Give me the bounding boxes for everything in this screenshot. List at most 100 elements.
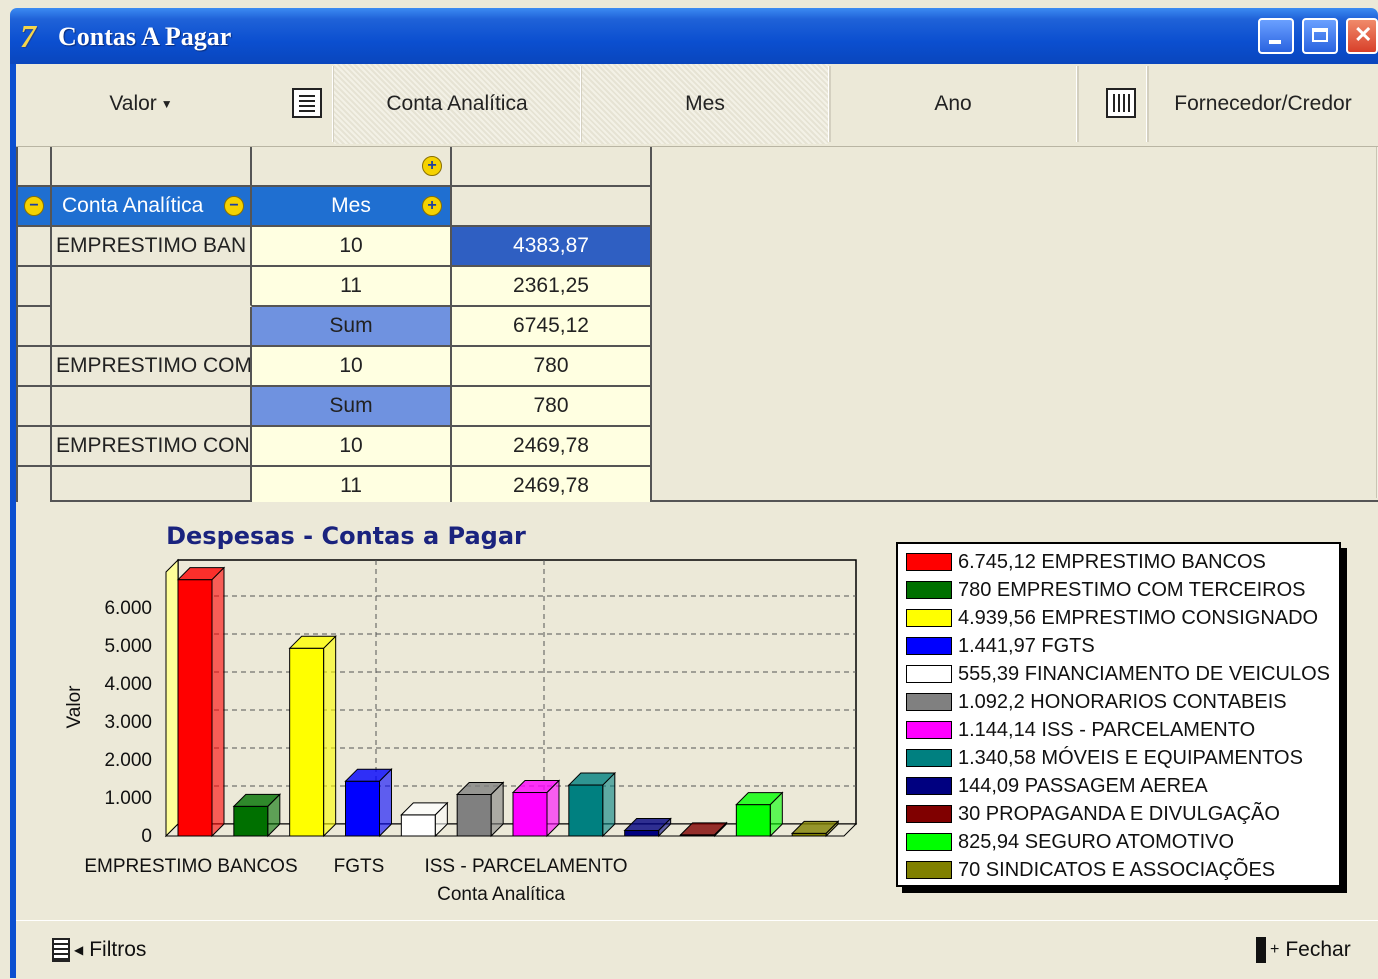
- legend-item: 1.144,14 ISS - PARCELAMENTO: [906, 716, 1255, 744]
- bar-8: [624, 830, 660, 837]
- pivot-value-cell[interactable]: 780: [452, 387, 652, 427]
- expand-plus-icon[interactable]: +: [422, 156, 442, 176]
- pivot-value-cell[interactable]: 6745,12: [452, 307, 652, 347]
- row-indicator[interactable]: [16, 387, 52, 427]
- pivot-row-conta-cell[interactable]: [52, 307, 252, 347]
- filtros-label: Filtros: [89, 938, 147, 961]
- pivot-row-mes-cell[interactable]: Sum: [252, 307, 452, 347]
- legend-item: 144,09 PASSAGEM AEREA: [906, 772, 1208, 800]
- legend-label: 6.745,12 EMPRESTIMO BANCOS: [958, 550, 1266, 573]
- header-empty-cell: +: [252, 147, 452, 187]
- pivot-row-mes-cell[interactable]: 10: [252, 227, 452, 267]
- chart-panel: Despesas - Contas a Pagar 0 1.000 2.000 3.00…: [16, 502, 1378, 920]
- fechar-button[interactable]: + Fechar: [1256, 935, 1351, 965]
- separator: [1076, 66, 1079, 142]
- bar-1: [233, 805, 269, 837]
- pivot-row-mes-cell[interactable]: 10: [252, 427, 452, 467]
- column-fields-icon[interactable]: [1106, 88, 1136, 118]
- legend-swatch: [906, 861, 952, 879]
- app-logo-icon: 7: [20, 18, 36, 54]
- pivot-row-mes-cell[interactable]: 11: [252, 267, 452, 307]
- column-header-conta-label: Conta Analítica: [62, 194, 204, 217]
- pivot-row-mes-cell[interactable]: Sum: [252, 387, 452, 427]
- pivot-value-cell[interactable]: 4383,87: [452, 227, 652, 267]
- legend-swatch: [906, 693, 952, 711]
- legend-swatch: [906, 581, 952, 599]
- column-header-conta[interactable]: Conta Analítica −: [52, 187, 252, 227]
- legend-item: 825,94 SEGURO ATOMOTIVO: [906, 828, 1234, 856]
- x-tick-label: FGTS: [334, 856, 385, 877]
- filtros-button[interactable]: ◀ Filtros: [52, 935, 146, 965]
- chart-side-wall: [165, 558, 179, 838]
- field-ano[interactable]: Ano: [830, 64, 1076, 144]
- legend-item: 780 EMPRESTIMO COM TERCEIROS: [906, 576, 1305, 604]
- pivot-value-cell[interactable]: 2469,78: [452, 427, 652, 467]
- pivot-row-conta-cell[interactable]: [52, 467, 252, 507]
- bar-chart: Despesas - Contas a Pagar 0 1.000 2.000 3.00…: [64, 522, 858, 905]
- row-indicator[interactable]: [16, 467, 52, 507]
- collapse-all-cell[interactable]: −: [16, 187, 52, 227]
- bar-0: [177, 579, 213, 837]
- bar-6: [512, 792, 548, 837]
- legend-item: 1.441,97 FGTS: [906, 632, 1095, 660]
- bar-side-2: [323, 635, 337, 838]
- bar-5: [456, 793, 492, 837]
- row-indicator[interactable]: [16, 307, 52, 347]
- row-indicator[interactable]: [16, 427, 52, 467]
- close-button[interactable]: [1346, 18, 1378, 54]
- pivot-value-cell[interactable]: 2469,78: [452, 467, 652, 507]
- legend-label: 144,09 PASSAGEM AEREA: [958, 774, 1208, 797]
- bar-side-3: [379, 767, 392, 838]
- x-axis-label: Conta Analítica: [437, 884, 565, 905]
- maximize-button[interactable]: [1302, 18, 1338, 54]
- pivot-row-conta-cell[interactable]: EMPRESTIMO COM: [52, 347, 252, 387]
- y-tick-label: 4.000: [104, 674, 152, 695]
- valor-dropdown[interactable]: Valor ▼: [16, 64, 266, 144]
- legend-item: 70 SINDICATOS E ASSOCIAÇÕES: [906, 856, 1275, 884]
- pivot-row-conta-cell[interactable]: EMPRESTIMO BAN: [52, 227, 252, 267]
- y-tick-label: 5.000: [104, 636, 152, 657]
- title-bar[interactable]: 7 Contas A Pagar: [10, 8, 1378, 64]
- y-axis-label: Valor: [64, 685, 85, 729]
- x-tick-label: ISS - PARCELAMENTO: [424, 856, 627, 877]
- legend-item: 1.340,58 MÓVEIS E EQUIPAMENTOS: [906, 744, 1303, 772]
- collapse-minus-icon[interactable]: −: [24, 196, 44, 216]
- pivot-row-mes-cell[interactable]: 10: [252, 347, 452, 387]
- legend-swatch: [906, 553, 952, 571]
- legend-label: 1.441,97 FGTS: [958, 634, 1095, 657]
- pivot-row-conta-cell[interactable]: EMPRESTIMO CON: [52, 427, 252, 467]
- field-mes[interactable]: Mes: [582, 64, 828, 144]
- expand-plus-icon[interactable]: +: [422, 196, 442, 216]
- header-empty-cell: [52, 147, 252, 187]
- bottom-toolbar: ◀ Filtros + Fechar: [16, 920, 1378, 979]
- legend-swatch: [906, 833, 952, 851]
- row-indicator[interactable]: [16, 347, 52, 387]
- legend-label: 1.340,58 MÓVEIS E EQUIPAMENTOS: [958, 746, 1303, 769]
- legend-swatch: [906, 721, 952, 739]
- pivot-row-conta-cell[interactable]: [52, 267, 252, 307]
- column-header-mes[interactable]: Mes +: [252, 187, 452, 227]
- field-fornecedor-credor[interactable]: Fornecedor/Credor: [1148, 64, 1378, 144]
- window-title: Contas A Pagar: [58, 22, 232, 51]
- plus-small-icon: +: [1270, 941, 1280, 958]
- legend-label: 780 EMPRESTIMO COM TERCEIROS: [958, 578, 1306, 601]
- legend-swatch: [906, 637, 952, 655]
- field-conta-analitica[interactable]: Conta Analítica: [334, 64, 580, 144]
- x-tick-label: EMPRESTIMO BANCOS: [84, 856, 297, 877]
- pivot-row-conta-cell[interactable]: [52, 387, 252, 427]
- pivot-row-mes-cell[interactable]: 11: [252, 467, 452, 507]
- row-indicator[interactable]: [16, 227, 52, 267]
- minimize-button[interactable]: [1258, 18, 1294, 54]
- legend-item: 555,39 FINANCIAMENTO DE VEICULOS: [906, 660, 1330, 688]
- chart-title: Despesas - Contas a Pagar: [166, 522, 526, 550]
- row-indicator[interactable]: [16, 267, 52, 307]
- legend-item: 30 PROPAGANDA E DIVULGAÇÃO: [906, 800, 1280, 828]
- row-fields-icon[interactable]: [292, 88, 322, 118]
- legend-swatch: [906, 609, 952, 627]
- collapse-minus-icon[interactable]: −: [224, 196, 244, 216]
- legend-item: 4.939,56 EMPRESTIMO CONSIGNADO: [906, 604, 1318, 632]
- bar-10: [735, 804, 771, 837]
- column-header-mes-label: Mes: [331, 194, 371, 217]
- pivot-value-cell[interactable]: 780: [452, 347, 652, 387]
- pivot-value-cell[interactable]: 2361,25: [452, 267, 652, 307]
